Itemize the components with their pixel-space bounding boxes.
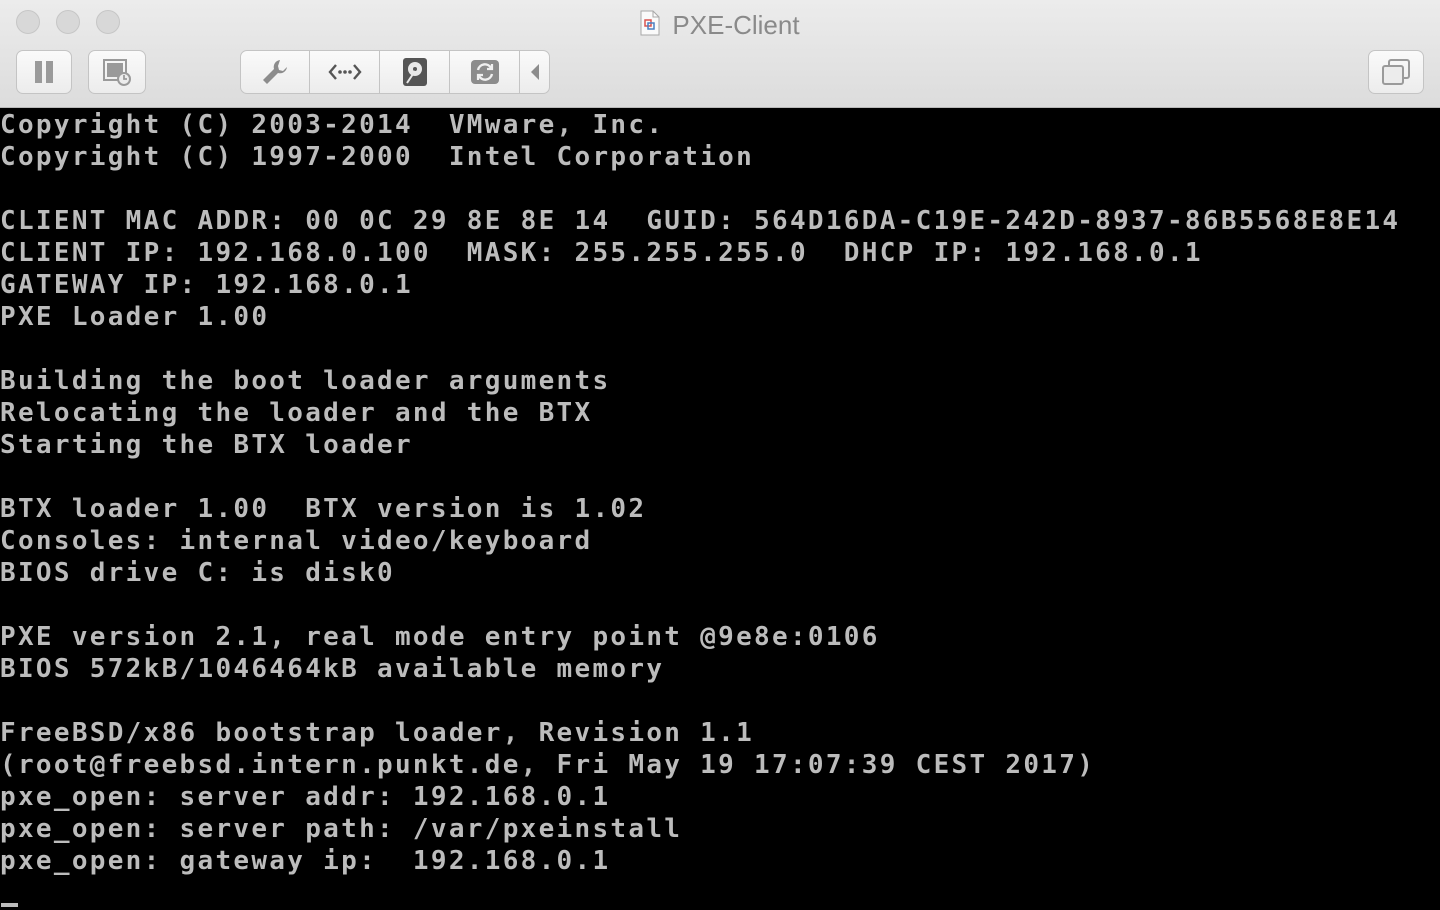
console-line: PXE version 2.1, real mode entry point @… [0, 622, 880, 652]
sync-button[interactable] [450, 51, 520, 93]
vm-console-screen[interactable]: Copyright (C) 2003-2014 VMware, Inc. Cop… [0, 109, 1440, 910]
console-line: BTX loader 1.00 BTX version is 1.02 [0, 494, 647, 524]
console-line: (root@freebsd.intern.punkt.de, Fri May 1… [0, 750, 1096, 780]
pause-icon [35, 61, 53, 83]
console-line: Copyright (C) 2003-2014 VMware, Inc. [0, 110, 665, 140]
console-line: pxe_open: server addr: 192.168.0.1 [0, 782, 611, 812]
settings-button[interactable] [241, 51, 310, 93]
vm-window: PXE-Client Copyright (C) 2003-2014 VMwar… [0, 0, 1440, 910]
console-line: pxe_open: gateway ip: 192.168.0.1 [0, 846, 611, 876]
console-line: CLIENT IP: 192.168.0.100 MASK: 255.255.2… [0, 238, 1203, 268]
console-line: PXE Loader 1.00 [0, 302, 270, 332]
console-line: CLIENT MAC ADDR: 00 0C 29 8E 8E 14 GUID:… [0, 206, 1401, 236]
wrench-icon [263, 60, 287, 84]
console-line: Building the boot loader arguments [0, 366, 611, 396]
window-mode-icon [1382, 59, 1410, 85]
console-cursor [1, 903, 18, 907]
network-icon [327, 64, 362, 80]
disk-button[interactable] [380, 51, 450, 93]
console-line: BIOS drive C: is disk0 [0, 558, 395, 588]
console-line: Consoles: internal video/keyboard [0, 526, 593, 556]
disk-icon [402, 58, 427, 86]
snapshot-button[interactable] [88, 50, 146, 94]
window-title-text: PXE-Client [672, 10, 800, 41]
console-line: GATEWAY IP: 192.168.0.1 [0, 270, 413, 300]
console-line: Starting the BTX loader [0, 430, 413, 460]
snapshot-icon [103, 59, 131, 86]
console-line: Copyright (C) 1997-2000 Intel Corporatio… [0, 142, 755, 172]
window-mode-button[interactable] [1368, 50, 1424, 94]
vm-document-icon [640, 10, 660, 36]
chevron-left-icon [530, 64, 539, 80]
sync-icon [470, 60, 499, 84]
window-titlebar: PXE-Client [0, 0, 1440, 108]
network-button[interactable] [310, 51, 380, 93]
console-line: pxe_open: server path: /var/pxeinstall [0, 814, 683, 844]
pause-button[interactable] [16, 50, 72, 94]
console-line: FreeBSD/x86 bootstrap loader, Revision 1… [0, 718, 755, 748]
console-line: Relocating the loader and the BTX [0, 398, 593, 428]
device-toolbar-group [240, 50, 550, 94]
console-line: BIOS 572kB/1046464kB available memory [0, 654, 665, 684]
window-title: PXE-Client [0, 6, 1440, 40]
collapse-toolbar-button[interactable] [520, 51, 549, 93]
